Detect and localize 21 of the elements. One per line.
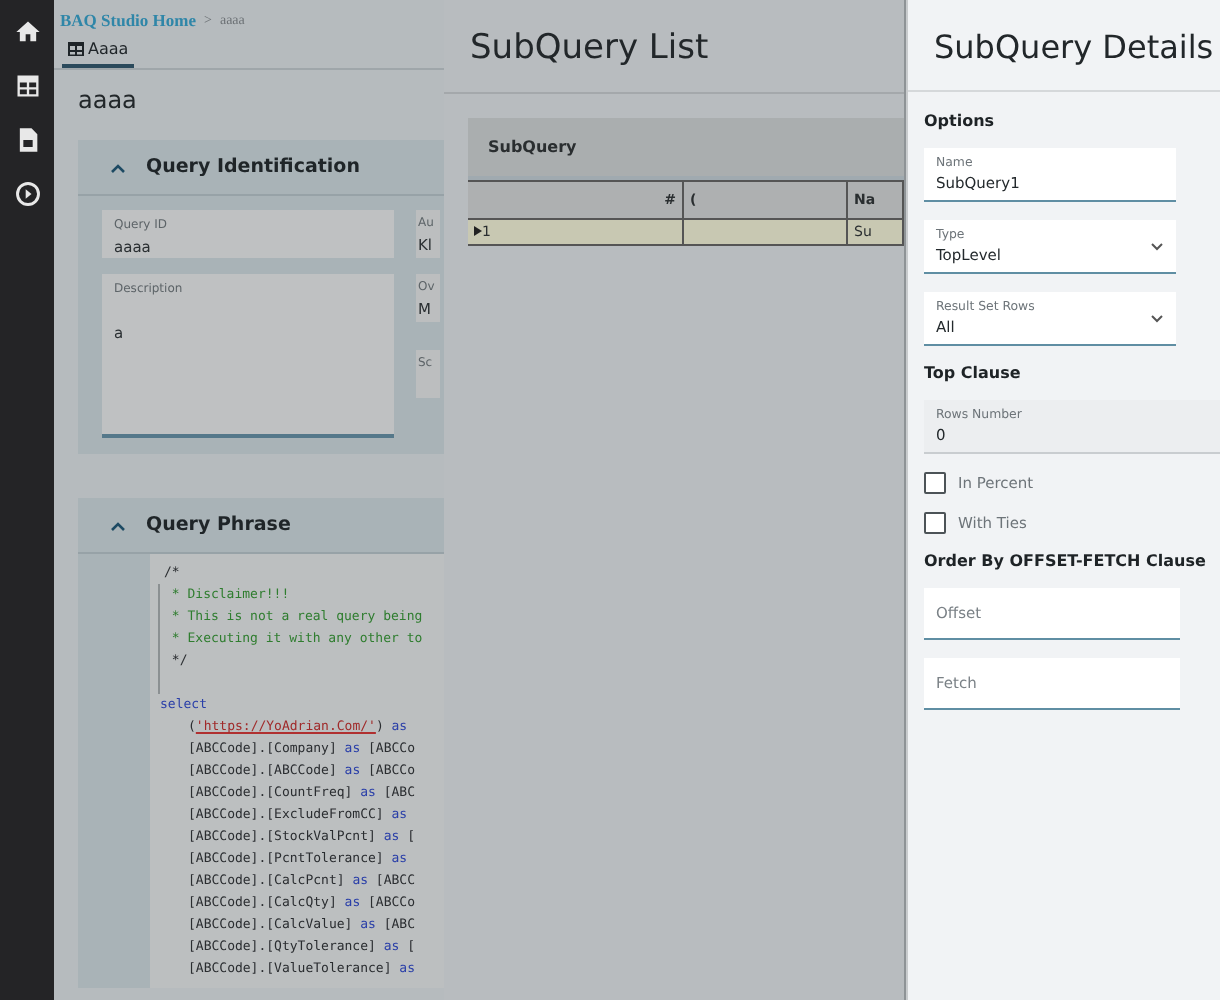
section-title: Options	[924, 112, 997, 130]
grid-icon[interactable]	[13, 72, 41, 100]
table-icon	[68, 42, 84, 56]
panel-title: SubQuery Details	[908, 0, 1220, 92]
home-icon[interactable]	[13, 18, 41, 46]
card-title: Query Identification	[146, 156, 360, 178]
chevron-up-icon[interactable]	[110, 519, 126, 531]
checkbox[interactable]	[924, 472, 946, 494]
row-indicator-icon	[474, 226, 482, 236]
caret-icon	[1150, 241, 1164, 251]
table-cell[interactable]	[684, 220, 848, 246]
chevron-up-icon[interactable]	[110, 161, 126, 173]
card-title: Query Phrase	[146, 514, 291, 536]
play-circle-icon[interactable]	[13, 180, 41, 208]
checkbox[interactable]	[924, 512, 946, 534]
caret-icon	[1150, 313, 1164, 323]
page-tab[interactable]: Aaaa	[62, 38, 135, 68]
section-title: Order By OFFSET-FETCH Clause	[924, 552, 1208, 570]
section-title: Top Clause	[924, 364, 1023, 382]
page-title: aaaa	[76, 84, 139, 118]
panel-title: SubQuery List	[444, 0, 904, 94]
